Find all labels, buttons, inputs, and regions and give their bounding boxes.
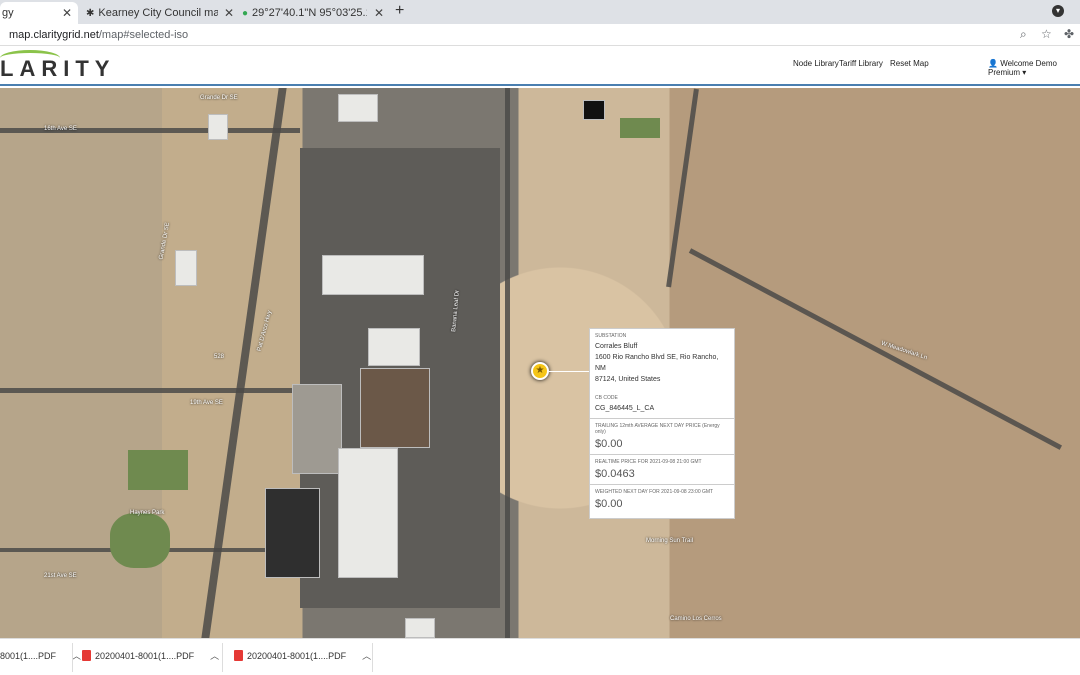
browser-tab-bar: gy ✕ ✱ Kearney City Council may sell lan… xyxy=(0,0,1080,24)
street-label: Pat D'Arco Hwy xyxy=(256,310,274,352)
chevron-down-icon: ▾ xyxy=(1022,68,1027,77)
building xyxy=(360,368,430,448)
street-label: 19th Ave SE xyxy=(190,400,223,406)
park-area xyxy=(110,513,170,568)
realtime-price-label: REALTIME PRICE FOR 2021-09-08 21:00 GMT xyxy=(595,459,702,465)
download-filename: 8001(1....PDF xyxy=(0,650,57,661)
park-area xyxy=(128,450,188,490)
weighted-price-label: WEIGHTED NEXT DAY FOR 2021-09-08 23:00 G… xyxy=(595,489,714,495)
building xyxy=(175,250,197,286)
url-field[interactable]: map.claritygrid.net/map#selected-iso xyxy=(0,26,1060,44)
tab-title: gy xyxy=(2,7,14,19)
road xyxy=(505,88,510,638)
star-icon[interactable]: ☆ xyxy=(1041,27,1052,41)
chevron-up-icon[interactable]: ︿ xyxy=(72,649,81,662)
close-icon[interactable]: ✕ xyxy=(374,6,384,20)
nav-node-library[interactable]: Node Library xyxy=(793,59,839,68)
popup-location-section: SUBSTATION Corrales Bluff 1600 Rio Ranch… xyxy=(590,329,734,419)
close-icon[interactable]: ✕ xyxy=(62,6,72,20)
weighted-price-value: $0.00 xyxy=(595,498,623,510)
building xyxy=(338,94,378,122)
browser-tab[interactable]: gy ✕ xyxy=(0,2,78,24)
popup-type-label: SUBSTATION xyxy=(595,333,627,339)
url-host: map.claritygrid.net xyxy=(9,29,99,41)
popup-connector xyxy=(549,371,590,372)
building xyxy=(322,255,424,295)
new-tab-button[interactable]: + xyxy=(395,2,404,20)
maps-pin-icon: ● xyxy=(242,7,249,19)
road xyxy=(688,248,1063,450)
address-bar: map.claritygrid.net/map#selected-iso ⌕ ☆… xyxy=(0,24,1080,46)
app-header: LARITY Node Library Tariff Library Reset… xyxy=(0,46,1080,86)
download-item[interactable]: 20200401-8001(1....PDF ︿ xyxy=(234,649,371,662)
download-item[interactable]: 8001(1....PDF ︿ xyxy=(0,649,81,662)
road xyxy=(666,88,699,288)
chevron-up-icon[interactable]: ︿ xyxy=(210,649,219,662)
building xyxy=(583,100,605,120)
popup-realtime-section: REALTIME PRICE FOR 2021-09-08 21:00 GMT … xyxy=(590,455,734,485)
realtime-price-value: $0.0463 xyxy=(595,468,635,480)
tab-title: 29°27'40.1"N 95°03'25.1"W - Go xyxy=(252,7,367,19)
nav-reset-map[interactable]: Reset Map xyxy=(890,59,929,68)
popup-cb-code: CG_846445_L_CA xyxy=(595,405,655,412)
downloads-bar: 8001(1....PDF ︿ 20200401-8001(1....PDF ︿… xyxy=(0,638,1080,675)
street-label: 21st Ave SE xyxy=(44,573,77,579)
extensions-icon[interactable]: ✤ xyxy=(1064,27,1074,41)
highway-shield: 528 xyxy=(214,354,225,360)
street-label: Grande Dr SE xyxy=(158,221,172,261)
user-icon: 👤 xyxy=(988,59,998,68)
popup-trailing-section: TRAILING 12mth AVERAGE NEXT DAY PRICE (E… xyxy=(590,419,734,455)
zoom-icon[interactable]: ⌕ xyxy=(1020,27,1027,42)
pdf-icon xyxy=(82,650,91,661)
building xyxy=(405,618,435,638)
satellite-map[interactable]: Grande Dr SE 16th Ave SE Pat D'Arco Hwy … xyxy=(0,88,1080,638)
park-label: Haynes Park xyxy=(130,510,165,516)
popup-node-name: Corrales Bluff xyxy=(595,343,638,350)
popup-address-line2: 87124, United States xyxy=(595,376,661,383)
street-label: 16th Ave SE xyxy=(44,126,77,132)
popup-cb-label: CB CODE xyxy=(595,395,618,401)
browser-tab[interactable]: ● 29°27'40.1"N 95°03'25.1"W - Go ✕ xyxy=(236,2,390,24)
divider xyxy=(72,643,73,672)
download-filename: 20200401-8001(1....PDF xyxy=(247,650,347,661)
building xyxy=(292,384,342,474)
clarity-logo[interactable]: LARITY xyxy=(0,56,115,82)
trailing-price-value: $0.00 xyxy=(595,438,623,450)
download-item[interactable]: 20200401-8001(1....PDF ︿ xyxy=(82,649,219,662)
building xyxy=(208,114,228,140)
nav-tariff-library[interactable]: Tariff Library xyxy=(839,59,883,68)
tab-title: Kearney City Council may sell lan xyxy=(98,7,219,19)
street-label: Camino Los Cerros xyxy=(670,616,722,622)
popup-address-line1: 1600 Rio Rancho Blvd SE, Rio Rancho, NM xyxy=(595,354,719,372)
download-filename: 20200401-8001(1....PDF xyxy=(95,650,195,661)
building xyxy=(265,488,320,578)
road xyxy=(0,388,300,393)
browser-tab[interactable]: ✱ Kearney City Council may sell lan ✕ xyxy=(80,2,240,24)
divider xyxy=(372,643,373,672)
user-menu[interactable]: 👤 Welcome Demo Premium ▾ xyxy=(988,59,1080,77)
street-label: Morning Sun Trail xyxy=(646,538,694,544)
trailing-price-label: TRAILING 12mth AVERAGE NEXT DAY PRICE (E… xyxy=(595,423,720,435)
url-path: /map#selected-iso xyxy=(98,29,189,41)
street-label: Grande Dr SE xyxy=(200,95,238,101)
pdf-icon xyxy=(234,650,243,661)
node-info-popup: SUBSTATION Corrales Bluff 1600 Rio Ranch… xyxy=(589,328,735,519)
divider xyxy=(222,643,223,672)
site-favicon-icon: ✱ xyxy=(86,7,95,19)
chevron-up-icon[interactable]: ︿ xyxy=(362,649,371,662)
close-icon[interactable]: ✕ xyxy=(224,6,234,20)
building xyxy=(338,448,398,578)
park-area xyxy=(620,118,660,138)
building xyxy=(368,328,420,366)
popup-weighted-section: WEIGHTED NEXT DAY FOR 2021-09-08 23:00 G… xyxy=(590,485,734,514)
substation-marker-icon[interactable]: ★ xyxy=(531,362,549,380)
tab-search-icon[interactable]: ▾ xyxy=(1052,5,1064,17)
